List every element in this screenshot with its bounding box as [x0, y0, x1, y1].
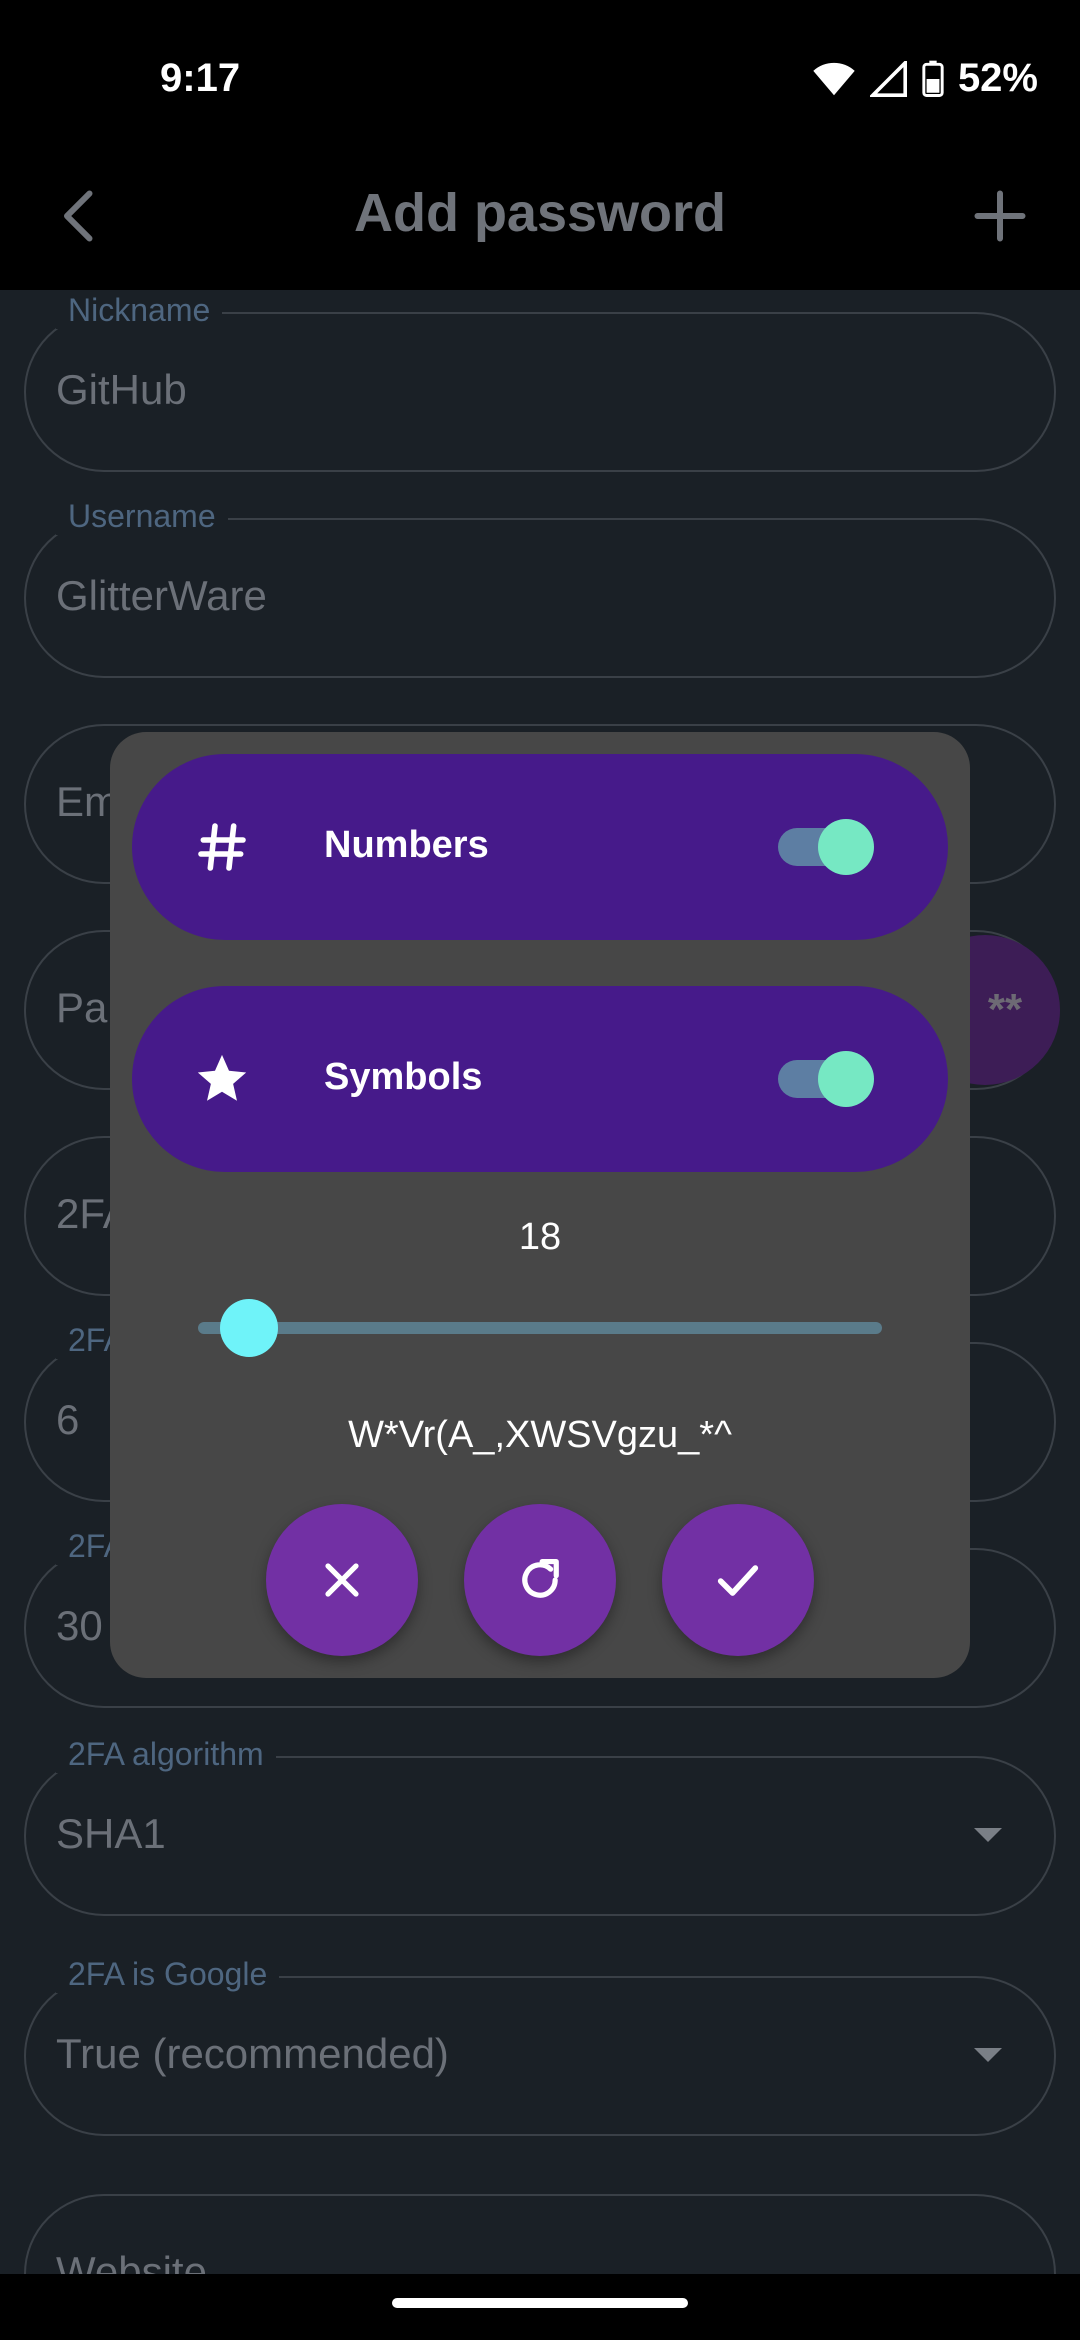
status-icons: 52%	[812, 56, 1038, 101]
symbols-label: Symbols	[324, 1056, 483, 1098]
wifi-icon	[813, 62, 855, 95]
cancel-button[interactable]	[266, 1504, 418, 1656]
close-icon	[325, 1563, 359, 1597]
length-slider-thumb[interactable]	[220, 1299, 278, 1357]
length-value: 18	[518, 1216, 562, 1258]
numbers-label: Numbers	[324, 824, 489, 866]
length-slider-track[interactable]	[198, 1322, 882, 1334]
regenerate-button[interactable]	[464, 1504, 616, 1656]
dropdown-arrow-icon	[974, 2048, 1002, 2062]
username-label: Username	[56, 498, 228, 535]
status-time: 9:17	[160, 56, 241, 100]
confirm-button[interactable]	[662, 1504, 814, 1656]
numbers-toggle[interactable]: Numbers	[132, 754, 948, 940]
refresh-icon	[522, 1558, 559, 1598]
dropdown-arrow-icon	[974, 1828, 1002, 1842]
signal-icon	[869, 60, 907, 97]
status-bar: 9:17 52%	[0, 0, 1080, 160]
username-field[interactable]: Username GlitterWare	[24, 498, 1056, 678]
twofa-google-select[interactable]: 2FA is Google True (recommended)	[24, 1956, 1056, 2136]
password-generator-dialog: Numbers Symbols 18 W*Vr(A_,XWSVgzu_*^	[110, 732, 970, 1678]
hash-icon	[182, 807, 262, 887]
symbols-toggle[interactable]: Symbols	[132, 986, 948, 1172]
twofa-algorithm-value: SHA1	[56, 1810, 166, 1857]
password-placeholder: Pa	[56, 984, 108, 1031]
check-icon	[717, 1565, 759, 1596]
twofa-google-value: True (recommended)	[56, 2030, 449, 2077]
add-icon[interactable]	[970, 186, 1030, 246]
symbols-switch-thumb[interactable]	[818, 1051, 874, 1107]
twofa-google-label: 2FA is Google	[56, 1956, 280, 1993]
star-icon	[182, 1039, 262, 1119]
twofa-period-value: 30	[56, 1602, 103, 1649]
battery-icon	[922, 60, 944, 97]
website-field[interactable]: Website	[24, 2194, 1056, 2274]
home-handle[interactable]	[392, 2298, 688, 2308]
twofa-algorithm-select[interactable]: 2FA algorithm SHA1	[24, 1736, 1056, 1916]
app-bar: Add password	[0, 160, 1080, 290]
username-value: GlitterWare	[56, 572, 267, 619]
nickname-field[interactable]: Nickname GitHub	[24, 292, 1056, 472]
navigation-bar	[0, 2274, 1080, 2340]
page-title: Add password	[353, 183, 727, 243]
twofa-algorithm-label: 2FA algorithm	[56, 1736, 276, 1773]
nickname-value: GitHub	[56, 366, 187, 413]
generator-label: **	[987, 985, 1023, 1034]
battery-percent: 52%	[957, 56, 1038, 100]
twofa-digits-value: 6	[56, 1396, 80, 1443]
generated-password: W*Vr(A_,XWSVgzu_*^	[348, 1414, 732, 1456]
numbers-switch-thumb[interactable]	[818, 819, 874, 875]
website-placeholder: Website	[56, 2248, 207, 2274]
nickname-label: Nickname	[56, 292, 223, 329]
